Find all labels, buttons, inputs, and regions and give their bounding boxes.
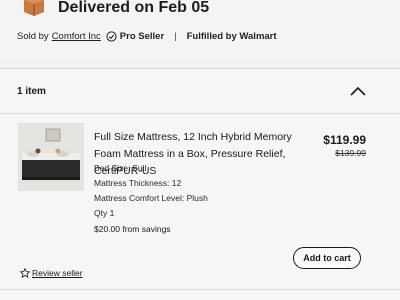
order-details-page: Delivered on Feb 05 Sold by Comfort Inc … [0,0,400,300]
current-price: $119.99 [323,133,366,147]
attribute-bed-size: Bed Size: Full [94,163,147,173]
chevron-up-icon[interactable] [349,85,367,97]
attribute-quantity: Qty 1 [94,208,115,218]
divider [0,289,400,290]
divider [0,113,400,114]
add-to-cart-button[interactable]: Add to cart [293,247,361,269]
delivery-status-heading: Delivered on Feb 05 [58,0,210,16]
review-seller-label: Review seller [32,268,83,278]
original-price: $139.99 [335,148,366,158]
attribute-comfort-level: Mattress Comfort Level: Plush [94,193,208,203]
seller-info: Sold by Comfort Inc Pro Seller | Fulfill… [17,31,277,42]
mattress-photo-icon [18,123,84,191]
star-outline-icon [20,268,30,278]
item-count-label: 1 item [17,86,46,97]
items-card: 1 item Full Size Mattress, 12 Inch Hybri… [0,68,400,300]
fulfilled-by-label: Fulfilled by Walmart [186,31,277,42]
attribute-thickness: Mattress Thickness: 12 [94,178,182,188]
pro-seller-badge: Pro Seller [119,31,165,42]
savings-text: $20.00 from savings [94,224,171,234]
product-image[interactable] [18,123,84,191]
verified-check-icon [106,31,117,42]
review-seller-link[interactable]: Review seller [20,268,83,278]
order-header: Delivered on Feb 05 Sold by Comfort Inc … [0,0,400,62]
separator: | [174,31,177,42]
seller-name-link[interactable]: Comfort Inc [52,31,101,42]
package-icon [24,0,44,16]
sold-by-label: Sold by [17,31,49,42]
